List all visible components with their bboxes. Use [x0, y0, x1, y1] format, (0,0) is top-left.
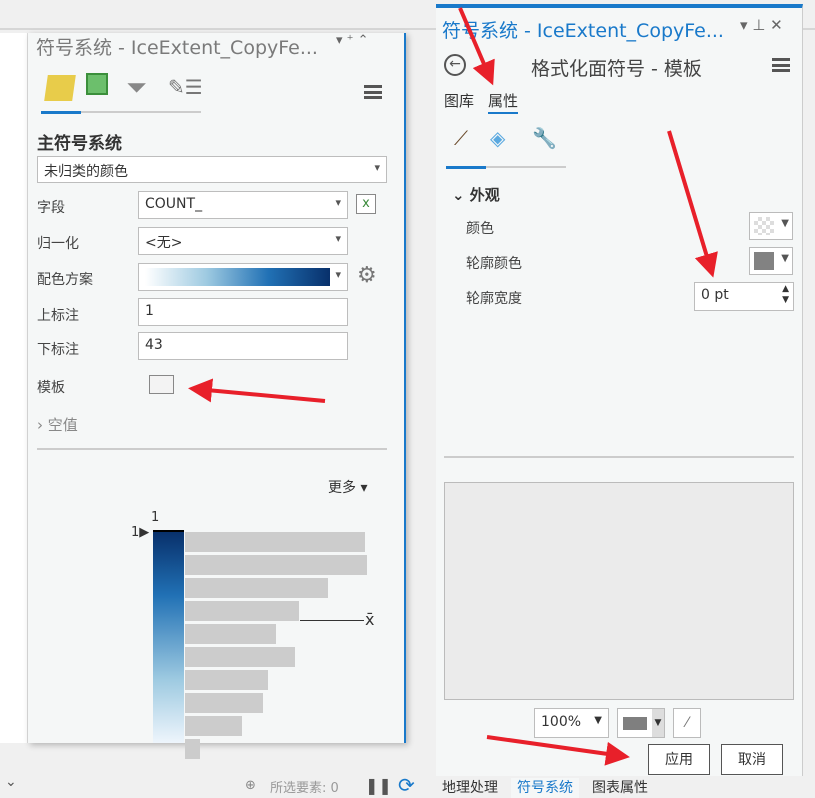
arrow-to-template [188, 378, 326, 403]
arrow-to-properties-tab [458, 7, 495, 86]
arrow-to-outline-width [667, 130, 718, 278]
annotation-arrows [188, 7, 718, 766]
arrow-to-apply [486, 735, 630, 766]
